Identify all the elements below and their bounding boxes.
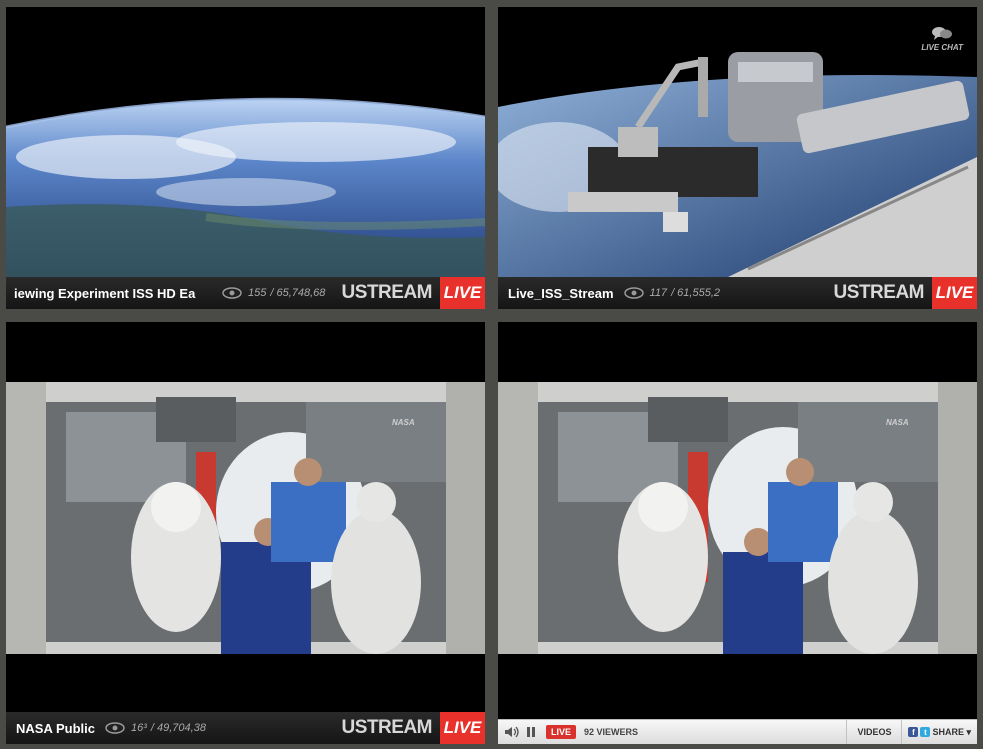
viewer-count: 117 / 61,555,2 xyxy=(623,287,720,299)
eye-icon xyxy=(105,722,125,734)
pause-button[interactable] xyxy=(522,720,540,744)
share-label: SHARE ▾ xyxy=(932,726,971,737)
viewer-count-label: 92 VIEWERS xyxy=(584,727,639,737)
facebook-icon: f xyxy=(908,727,919,737)
speaker-icon xyxy=(505,726,519,738)
nasa-watermark: NASA xyxy=(886,418,909,427)
twitter-icon: t xyxy=(920,727,931,737)
viewers-total: / 49,704,38 xyxy=(150,722,206,734)
ustream-logo[interactable]: USTREAM xyxy=(834,282,932,304)
ustream-logo[interactable]: USTREAM xyxy=(342,717,440,739)
stream-panel-player[interactable]: NASA LIVE 92 VIEWERS VIDEOS f t SHARE ▾ xyxy=(498,322,977,744)
viewers-total: / 61,555,2 xyxy=(671,287,720,299)
stream-panel-nasa-public[interactable]: NASA NASA Public 16³ / 49,704,38 USTREAM… xyxy=(6,322,485,744)
ustream-logo[interactable]: USTREAM xyxy=(342,282,440,304)
viewer-count: 155 / 65,748,68 xyxy=(222,287,325,299)
videos-button[interactable]: VIDEOS xyxy=(846,720,903,744)
share-button[interactable]: f t SHARE ▾ xyxy=(902,727,977,738)
chat-bubble-icon xyxy=(932,27,953,40)
stream-title[interactable]: Live_ISS_Stream xyxy=(498,286,614,301)
stream-panel-live-iss[interactable]: LIVE CHAT Live_ISS_Stream 117 / 61,555,2… xyxy=(498,7,977,309)
stream-panel-hd-earth[interactable]: iewing Experiment ISS HD Ea 155 / 65,748… xyxy=(6,7,485,309)
player-control-bar: LIVE 92 VIEWERS VIDEOS f t SHARE ▾ xyxy=(498,719,977,744)
stream-info-bar: iewing Experiment ISS HD Ea 155 / 65,748… xyxy=(6,277,485,309)
live-chat-button[interactable]: LIVE CHAT xyxy=(921,25,963,52)
eye-icon xyxy=(623,287,644,299)
live-badge: LIVE xyxy=(440,277,485,309)
viewers-total: / 65,748,68 xyxy=(270,287,326,299)
video-earth-view[interactable] xyxy=(6,7,485,277)
stream-info-bar: NASA Public 16³ / 49,704,38 USTREAM LIVE xyxy=(6,712,485,744)
live-indicator: LIVE xyxy=(546,725,577,739)
stream-info-bar: Live_ISS_Stream 117 / 61,555,2 USTREAM L… xyxy=(498,277,977,309)
viewers-current: 117 xyxy=(649,287,668,299)
live-chat-label: LIVE CHAT xyxy=(921,43,963,52)
nasa-watermark: NASA xyxy=(392,418,415,427)
viewers-current: 16³ xyxy=(130,722,147,734)
volume-button[interactable] xyxy=(502,720,522,744)
video-iss-exterior[interactable] xyxy=(498,7,977,277)
eye-icon xyxy=(222,287,242,299)
viewers-current: 155 xyxy=(248,287,267,299)
viewer-count: 16³ / 49,704,38 xyxy=(105,722,206,734)
live-badge: LIVE xyxy=(932,277,977,309)
stream-title[interactable]: NASA Public xyxy=(6,721,95,736)
pause-icon xyxy=(527,727,535,737)
live-badge: LIVE xyxy=(440,712,485,744)
stream-title[interactable]: iewing Experiment ISS HD Ea xyxy=(6,286,212,301)
